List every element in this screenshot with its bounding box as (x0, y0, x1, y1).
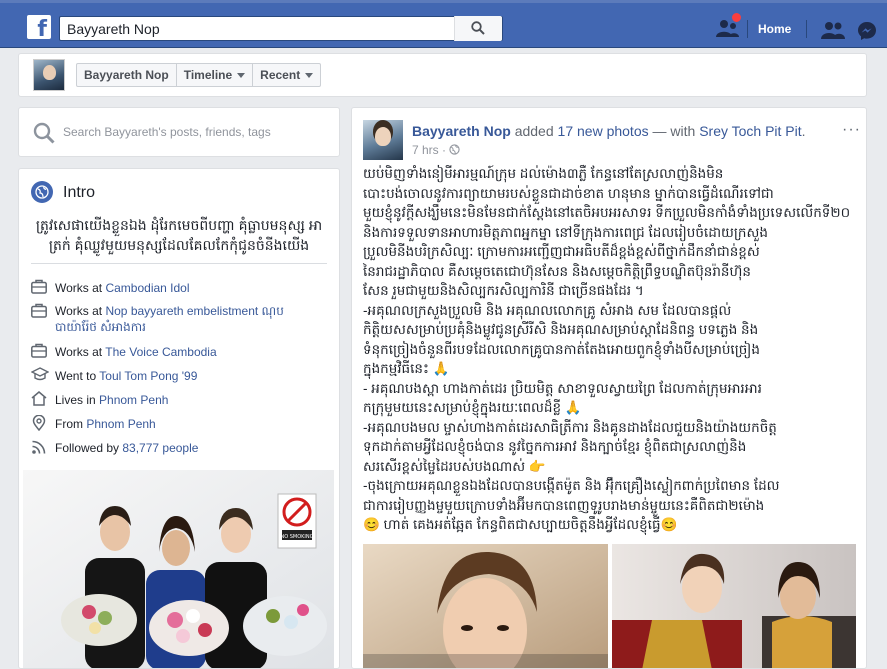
info-prefix: Lives in (55, 393, 96, 407)
info-prefix: Followed by (55, 441, 120, 455)
chevron-down-icon (237, 73, 246, 79)
chevron-down-icon (305, 73, 314, 79)
photos-link[interactable]: 17 new photos (558, 123, 649, 139)
timeline-dropdown[interactable]: Timeline (177, 64, 254, 86)
post-timestamp[interactable]: 7 hrs (412, 143, 439, 157)
profile-search-box[interactable]: Search Bayyareth's posts, friends, tags (18, 107, 340, 157)
find-friends-icon[interactable] (821, 21, 845, 39)
nav-divider (747, 20, 748, 38)
search-button[interactable] (454, 16, 502, 41)
featured-photo[interactable]: NO SMOKING (23, 470, 334, 668)
post-header: Bayyareth Nop added 17 new photos — with… (412, 123, 806, 139)
info-prefix: Works at (55, 304, 103, 318)
messenger-icon[interactable] (857, 21, 877, 41)
intro-title: Intro (63, 184, 96, 201)
post-body-text: យប់មិញទាំងនៀមីអារម្មណ៍ក្រុម ដល់ម៉ោង៣ភ្លឺ… (363, 166, 851, 532)
info-prefix: Works at (55, 345, 103, 359)
search-box (59, 16, 503, 41)
info-link[interactable]: The Voice Cambodia (105, 345, 216, 359)
briefcase-icon (31, 303, 47, 318)
author-avatar[interactable] (363, 120, 403, 160)
recent-label: Recent (260, 68, 301, 82)
profile-nav-bar: Bayyareth Nop Timeline Recent (18, 53, 867, 97)
info-link[interactable]: Phnom Penh (86, 417, 155, 431)
timeline-post: Bayyareth Nop added 17 new photos — with… (351, 107, 867, 669)
globe-icon[interactable] (449, 144, 460, 155)
info-prefix: Works at (55, 281, 103, 295)
intro-bio: ត្រូវសេផាយើងខ្លួនឯង ដុំរែកមេចពីបញ្ហា គុំ… (35, 217, 323, 253)
post-photo-2[interactable] (612, 544, 856, 668)
recent-dropdown[interactable]: Recent (253, 64, 320, 86)
profile-name-button[interactable]: Bayyareth Nop (77, 64, 177, 86)
search-icon (33, 122, 55, 144)
with-text: — with (652, 123, 696, 139)
tagged-person-link[interactable]: Srey Toch Pit Pit (699, 123, 801, 139)
search-input[interactable] (60, 17, 460, 40)
nav-divider (806, 20, 807, 38)
home-link[interactable]: Home (758, 22, 791, 36)
no-smoking-text: NO SMOKING (280, 534, 313, 540)
home-icon (31, 391, 47, 406)
graduation-cap-icon (31, 367, 49, 381)
timeline-label: Timeline (183, 68, 233, 82)
info-link[interactable]: Phnom Penh (99, 393, 168, 407)
info-prefix: Went to (55, 369, 97, 383)
search-icon (471, 21, 485, 35)
location-pin-icon (32, 415, 46, 431)
facebook-logo[interactable]: f (27, 15, 51, 39)
briefcase-icon (31, 343, 47, 358)
profile-thumbnail[interactable] (33, 59, 65, 91)
briefcase-icon (31, 279, 47, 294)
post-action-text: added (514, 123, 554, 139)
post-options-icon[interactable]: ··· (842, 121, 861, 139)
post-meta: 7 hrs · (412, 143, 460, 157)
divider (31, 263, 327, 264)
info-link[interactable]: Cambodian Idol (105, 281, 189, 295)
notification-badge (731, 12, 742, 23)
rss-icon (32, 440, 46, 454)
intro-card: Intro ត្រូវសេផាយើងខ្លួនឯង ដុំរែកមេចពីបញ្… (18, 168, 340, 669)
post-photo-1[interactable] (363, 544, 608, 668)
author-name-link[interactable]: Bayyareth Nop (412, 123, 511, 139)
info-link[interactable]: Toul Tom Pong '99 (99, 369, 197, 383)
period: . (801, 123, 806, 139)
info-link[interactable]: 83,777 people (122, 441, 198, 455)
info-prefix: From (55, 417, 83, 431)
top-navigation-bar: f Home (0, 0, 887, 48)
profile-nav-buttons: Bayyareth Nop Timeline Recent (76, 63, 322, 87)
post-photo-grid (363, 544, 856, 668)
globe-icon (31, 181, 53, 203)
profile-search-placeholder: Search Bayyareth's posts, friends, tags (63, 125, 271, 139)
